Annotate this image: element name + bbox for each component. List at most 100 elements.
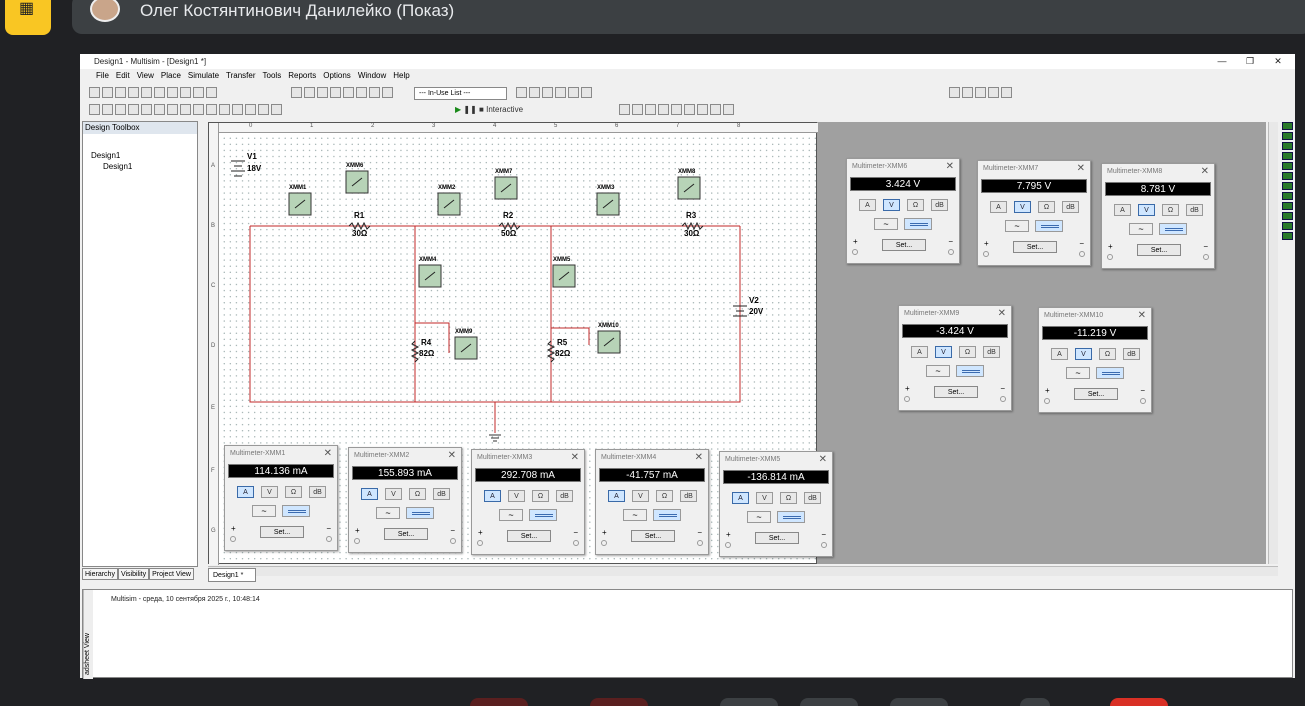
ampere-button[interactable]: A <box>1114 204 1131 216</box>
multimeter-window[interactable]: Multimeter-XMM4 ✕ -41.757 mA A V ΩdB ~ + Set... − <box>595 449 709 555</box>
ac-button[interactable]: ~ <box>1129 223 1153 235</box>
multimeter-title[interactable]: Multimeter-XMM8 <box>1102 164 1214 180</box>
ampere-button[interactable]: A <box>859 199 876 211</box>
new-icon[interactable] <box>89 87 100 98</box>
settings-icon[interactable] <box>723 104 734 115</box>
db-button[interactable]: dB <box>931 199 948 211</box>
set-button[interactable]: Set... <box>934 386 978 398</box>
ttl-icon[interactable] <box>154 104 165 115</box>
tab-visibility[interactable]: Visibility <box>117 568 150 580</box>
zoom-out-icon[interactable] <box>962 87 973 98</box>
multimeter-title[interactable]: Multimeter-XMM2 <box>349 448 461 464</box>
rf-icon[interactable] <box>232 104 243 115</box>
ohm-button[interactable]: Ω <box>409 488 426 500</box>
multimeter-window[interactable]: Multimeter-XMM3 ✕ 292.708 mA A V ΩdB ~ + Set... − <box>471 449 585 555</box>
tab-hierarchy[interactable]: Hierarchy <box>82 568 118 580</box>
instrument-icon[interactable] <box>1282 182 1293 190</box>
terminal-icon[interactable] <box>1140 398 1146 404</box>
set-button[interactable]: Set... <box>1074 388 1118 400</box>
close-icon[interactable]: ✕ <box>946 159 954 175</box>
grid-icon[interactable] <box>304 87 315 98</box>
ohm-button[interactable]: Ω <box>959 346 976 358</box>
save-icon[interactable] <box>115 87 126 98</box>
zoom-area-icon[interactable] <box>975 87 986 98</box>
multimeter-title[interactable]: Multimeter-XMM6 <box>847 159 959 175</box>
close-icon[interactable]: ✕ <box>448 448 456 464</box>
set-button[interactable]: Set... <box>1137 244 1181 256</box>
set-button[interactable]: Set... <box>631 530 675 542</box>
close-icon[interactable]: ✕ <box>695 450 703 466</box>
close-icon[interactable]: ✕ <box>1077 161 1085 177</box>
set-button[interactable]: Set... <box>882 239 926 251</box>
probe-icon[interactable] <box>516 87 527 98</box>
cmos-icon[interactable] <box>167 104 178 115</box>
dc-button[interactable] <box>1035 220 1063 232</box>
db-button[interactable]: dB <box>1123 348 1140 360</box>
tab-design1[interactable]: Design1 * <box>208 568 256 582</box>
ac-button[interactable]: ~ <box>499 509 523 521</box>
terminal-icon[interactable] <box>852 249 858 255</box>
ohm-button[interactable]: Ω <box>907 199 924 211</box>
multimeter-symbol[interactable]: XMM10 <box>597 323 621 354</box>
set-button[interactable]: Set... <box>260 526 304 538</box>
terminal-icon[interactable] <box>1203 254 1209 260</box>
source-icon[interactable] <box>89 104 100 115</box>
component-icon[interactable] <box>369 87 380 98</box>
multimeter-window[interactable]: Multimeter-XMM2 ✕ 155.893 mA A V ΩdB ~ + Set... − <box>348 447 462 553</box>
tree-root[interactable]: Design1 <box>91 150 197 161</box>
print-preview-icon[interactable] <box>141 87 152 98</box>
close-icon[interactable]: ✕ <box>1138 308 1146 324</box>
terminal-icon[interactable] <box>354 538 360 544</box>
close-icon[interactable]: ✕ <box>324 446 332 462</box>
multimeter-window[interactable]: Multimeter-XMM1 ✕ 114.136 mA A V ΩdB ~ + Set... − <box>224 445 338 551</box>
terminal-icon[interactable] <box>1107 254 1113 260</box>
paste-icon[interactable] <box>180 87 191 98</box>
open-icon[interactable] <box>102 87 113 98</box>
multimeter-symbol[interactable]: XMM9 <box>454 329 478 360</box>
run-icon[interactable]: ▶ <box>455 105 461 114</box>
tree-child[interactable]: Design1 <box>91 161 197 172</box>
ampere-button[interactable]: A <box>484 490 501 502</box>
set-button[interactable]: Set... <box>1013 241 1057 253</box>
dc-button[interactable] <box>1159 223 1187 235</box>
menu-view[interactable]: View <box>137 69 154 83</box>
analog-icon[interactable] <box>141 104 152 115</box>
bus-icon[interactable] <box>271 104 282 115</box>
ammeter-icon[interactable] <box>529 87 540 98</box>
terminal-icon[interactable] <box>821 542 827 548</box>
leave-call-button[interactable] <box>1110 698 1168 706</box>
multimeter-symbol[interactable]: XMM8 <box>677 169 701 200</box>
present-button[interactable] <box>890 698 948 706</box>
forward-annotate-icon[interactable] <box>555 87 566 98</box>
terminal-icon[interactable] <box>725 542 731 548</box>
interactive-label[interactable]: Interactive <box>486 105 523 114</box>
camera-button[interactable] <box>590 698 648 706</box>
multimeter-symbol[interactable]: XMM7 <box>494 169 518 200</box>
ampere-button[interactable]: A <box>237 486 254 498</box>
dc-button[interactable] <box>282 505 310 517</box>
ohm-button[interactable]: Ω <box>1162 204 1179 216</box>
ac-button[interactable]: ~ <box>252 505 276 517</box>
more-button[interactable] <box>1020 698 1050 706</box>
menu-help[interactable]: Help <box>393 69 409 83</box>
help-icon[interactable] <box>581 87 592 98</box>
multimeter-title[interactable]: Multimeter-XMM1 <box>225 446 337 462</box>
db-button[interactable]: dB <box>309 486 326 498</box>
volt-button[interactable]: V <box>508 490 525 502</box>
ampere-button[interactable]: A <box>1051 348 1068 360</box>
dc-button[interactable] <box>777 511 805 523</box>
volt-button[interactable]: V <box>756 492 773 504</box>
transistor-icon[interactable] <box>128 104 139 115</box>
basic-icon[interactable] <box>102 104 113 115</box>
ac-button[interactable]: ~ <box>1005 220 1029 232</box>
ohm-button[interactable]: Ω <box>780 492 797 504</box>
close-icon[interactable]: ✕ <box>819 452 827 468</box>
dc-button[interactable] <box>1096 367 1124 379</box>
minimize-button[interactable]: — <box>1208 54 1236 69</box>
chart-icon[interactable] <box>330 87 341 98</box>
dc-button[interactable] <box>529 509 557 521</box>
terminal-icon[interactable] <box>573 540 579 546</box>
multimeter-title[interactable]: Multimeter-XMM4 <box>596 450 708 466</box>
set-button[interactable]: Set... <box>755 532 799 544</box>
instrument-icon[interactable] <box>1282 202 1293 210</box>
